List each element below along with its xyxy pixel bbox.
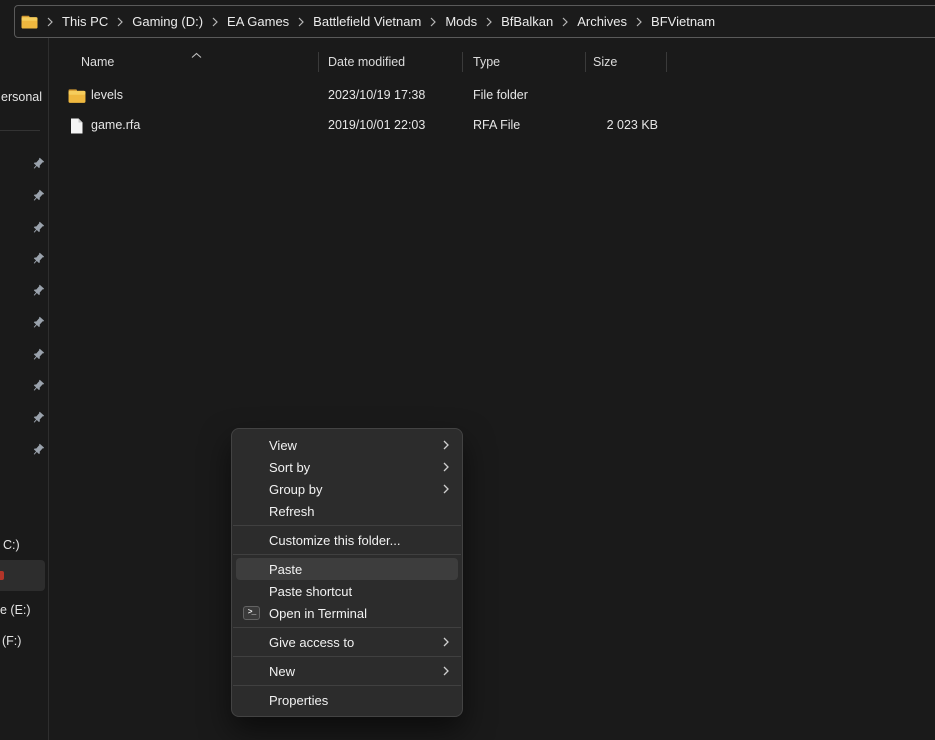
menu-item-label: New [269, 664, 295, 679]
pin-icon[interactable] [30, 347, 45, 362]
chevron-right-icon [443, 462, 449, 472]
file-type: File folder [473, 81, 528, 110]
menu-item-new[interactable]: New [232, 660, 462, 682]
menu-item-label: View [269, 438, 297, 453]
menu-item-customize-this-folder[interactable]: Customize this folder... [232, 529, 462, 551]
pin-icon[interactable] [30, 157, 45, 172]
menu-item-give-access-to[interactable]: Give access to [232, 631, 462, 653]
menu-separator [233, 554, 461, 555]
menu-item-sort-by[interactable]: Sort by [232, 456, 462, 478]
pin-icon[interactable] [30, 379, 45, 394]
menu-separator [233, 685, 461, 686]
folder-icon [68, 88, 86, 103]
menu-separator [233, 525, 461, 526]
sidebar-separator [0, 130, 40, 131]
sidebar: ersonal C:) e (E:) (F:) [0, 38, 48, 740]
menu-item-label: Paste shortcut [269, 584, 352, 599]
file-name: levels [91, 81, 123, 110]
menu-item-label: Sort by [269, 460, 310, 475]
chevron-right-icon [443, 666, 449, 676]
menu-item-view[interactable]: View [232, 434, 462, 456]
menu-item-group-by[interactable]: Group by [232, 478, 462, 500]
sidebar-divider [48, 38, 49, 740]
pin-icon[interactable] [30, 315, 45, 330]
chevron-right-icon [443, 637, 449, 647]
file-type: RFA File [473, 111, 520, 140]
breadcrumb-chevron-icon [47, 17, 53, 27]
table-row[interactable]: game.rfa 2019/10/01 22:03 RFA File 2 023 KB [60, 111, 680, 140]
folder-icon [21, 15, 38, 29]
pin-icon[interactable] [30, 252, 45, 267]
file-date-modified: 2019/10/01 22:03 [328, 111, 425, 140]
pin-icon[interactable] [30, 220, 45, 235]
chevron-right-icon [443, 484, 449, 494]
sidebar-item-drive[interactable]: (F:) [2, 634, 21, 648]
menu-separator [233, 656, 461, 657]
menu-item-label: Open in Terminal [269, 606, 367, 621]
file-size: 2 023 KB [565, 111, 658, 140]
sidebar-item-selected-drive[interactable] [0, 560, 45, 591]
file-name: game.rfa [91, 111, 140, 140]
file-icon [70, 118, 83, 134]
sidebar-item-drive[interactable]: C:) [3, 538, 20, 552]
menu-item-label: Refresh [269, 504, 315, 519]
menu-item-refresh[interactable]: Refresh [232, 500, 462, 522]
pin-icon[interactable] [30, 284, 45, 299]
sidebar-item-drive[interactable]: e (E:) [0, 603, 31, 617]
context-menu: View Sort by Group by Refresh Customize this… [231, 428, 463, 717]
menu-item-open-in-terminal[interactable]: >_ Open in Terminal [232, 602, 462, 624]
menu-item-label: Paste [269, 562, 302, 577]
sidebar-item-personal[interactable]: ersonal [1, 90, 42, 104]
menu-item-label: Properties [269, 693, 328, 708]
terminal-icon: >_ [243, 606, 260, 620]
menu-item-properties[interactable]: Properties [232, 689, 462, 711]
pin-icon[interactable] [30, 188, 45, 203]
drive-icon-fragment [0, 571, 4, 580]
file-explorer-window: This PCGaming (D:)EA GamesBattlefield Vi… [0, 0, 935, 740]
pin-icon[interactable] [30, 411, 45, 426]
menu-item-label: Group by [269, 482, 322, 497]
file-date-modified: 2023/10/19 17:38 [328, 81, 425, 110]
file-size [565, 81, 658, 110]
table-row[interactable]: levels 2023/10/19 17:38 File folder [60, 81, 680, 110]
chevron-right-icon [443, 440, 449, 450]
menu-item-paste[interactable]: Paste [236, 558, 458, 580]
menu-separator [233, 627, 461, 628]
menu-item-paste-shortcut[interactable]: Paste shortcut [232, 580, 462, 602]
menu-item-label: Customize this folder... [269, 533, 401, 548]
file-list: levels2023/10/19 17:38File foldergame.rf… [60, 0, 935, 740]
menu-item-label: Give access to [269, 635, 354, 650]
pin-icon[interactable] [30, 443, 45, 458]
